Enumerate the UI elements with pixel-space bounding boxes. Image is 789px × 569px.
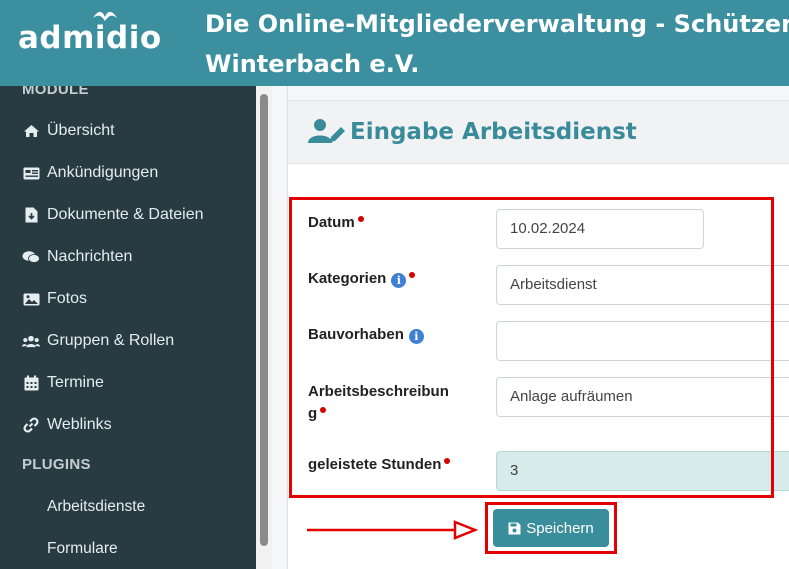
sidebar-item-label: Weblinks	[47, 416, 112, 433]
comments-icon	[22, 249, 40, 265]
sidebar-item-nachrichten[interactable]: Nachrichten	[22, 243, 132, 271]
sidebar-item-label: Fotos	[47, 290, 88, 307]
sidebar-item-fotos[interactable]: Fotos	[22, 285, 87, 313]
calendar-icon	[22, 375, 40, 391]
page-title: Eingabe Arbeitsdienst	[350, 119, 637, 145]
card-header: Eingabe Arbeitsdienst	[288, 101, 789, 164]
user-edit-icon	[308, 119, 345, 143]
app-header: admidio Die Online-Mitgliederverwaltung …	[0, 0, 789, 86]
logo[interactable]: admidio	[18, 20, 162, 56]
site-title-line1: Die Online-Mitgliederverwaltung - Schütz…	[205, 10, 789, 38]
sidebar-item-label: Nachrichten	[47, 248, 133, 265]
logo-bird-icon	[93, 11, 117, 21]
home-icon	[22, 123, 40, 139]
sidebar-item-ankuendigungen[interactable]: Ankündigungen	[22, 159, 158, 187]
site-title-line2: Winterbach e.V.	[205, 50, 420, 78]
annotation-highlight-save	[485, 502, 617, 554]
link-icon	[22, 417, 40, 433]
sidebar-item-label: Gruppen & Rollen	[47, 332, 175, 349]
sidebar-item-uebersicht[interactable]: Übersicht	[22, 117, 115, 145]
sidebar-item-gruppen[interactable]: Gruppen & Rollen	[22, 327, 174, 355]
sidebar-section-plugins: PLUGINS	[22, 456, 91, 473]
sidebar-section-module: MODULE	[22, 86, 89, 98]
sidebar: MODULE Übersicht Ankündigungen Dokumente…	[0, 86, 256, 569]
sidebar-item-formulare[interactable]: Formulare	[47, 540, 118, 558]
image-icon	[22, 291, 40, 307]
sidebar-item-dokumente[interactable]: Dokumente & Dateien	[22, 201, 204, 229]
sidebar-item-label: Termine	[47, 374, 104, 391]
sidebar-item-weblinks[interactable]: Weblinks	[22, 411, 112, 439]
sidebar-item-termine[interactable]: Termine	[22, 369, 104, 397]
file-download-icon	[22, 207, 40, 223]
annotation-highlight-form	[289, 197, 774, 498]
sidebar-item-arbeitsdienste[interactable]: Arbeitsdienste	[47, 498, 145, 516]
annotation-arrow-icon	[307, 520, 479, 540]
sidebar-item-label: Dokumente & Dateien	[47, 206, 204, 223]
sidebar-item-label: Übersicht	[47, 122, 115, 139]
sidebar-scrollbar-thumb[interactable]	[260, 94, 268, 546]
newspaper-icon	[22, 165, 40, 181]
sidebar-item-label: Ankündigungen	[47, 164, 159, 181]
site-title: Die Online-Mitgliederverwaltung - Schütz…	[205, 4, 789, 84]
users-icon	[22, 333, 40, 349]
